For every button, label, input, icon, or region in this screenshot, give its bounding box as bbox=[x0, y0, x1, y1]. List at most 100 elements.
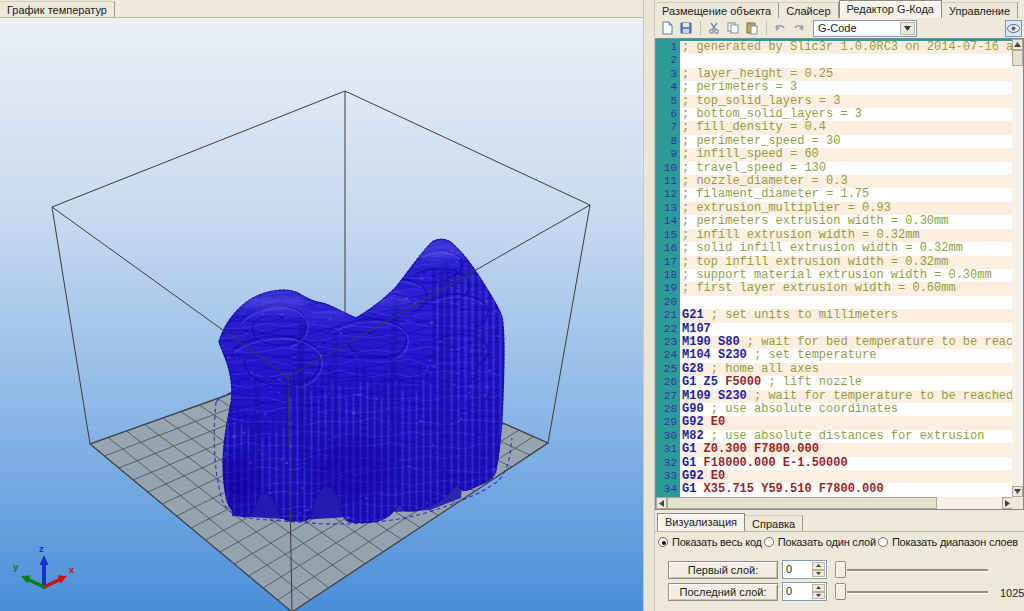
code-line: 28G90 ; use absolute coordinates bbox=[656, 403, 1013, 416]
scroll-up-button[interactable] bbox=[1012, 39, 1023, 50]
last-layer-spinbox[interactable]: 0 bbox=[782, 582, 827, 601]
code-line: 32G1 F18000.000 E-1.50000 bbox=[656, 457, 1013, 470]
code-line: 22M107 bbox=[656, 323, 1013, 336]
redo-button[interactable] bbox=[790, 19, 808, 37]
scene-3d: z x y bbox=[0, 18, 643, 611]
axis-x-label: x bbox=[69, 564, 75, 575]
tab-slicer[interactable]: Слайсер bbox=[779, 2, 838, 18]
first-layer-button[interactable]: Первый слой: bbox=[668, 561, 778, 579]
radio-dot[interactable] bbox=[764, 537, 774, 547]
gcode-type-dropdown[interactable]: G-Code bbox=[813, 20, 917, 37]
radio-label: Показать весь код bbox=[672, 536, 762, 548]
code-line: 23M190 S80 ; wait for bed temperature to… bbox=[656, 336, 1013, 349]
radio-show-all-code[interactable]: Показать весь код bbox=[658, 536, 762, 548]
visualization-panel: Визуализация Справка Показать весь код П… bbox=[655, 510, 1024, 611]
cut-button[interactable] bbox=[705, 19, 723, 37]
scroll-down-button[interactable] bbox=[1012, 486, 1023, 497]
gcode-dropdown-value: G-Code bbox=[814, 22, 857, 34]
panel-splitter[interactable] bbox=[643, 0, 655, 611]
spin-up-icon[interactable] bbox=[812, 562, 825, 570]
code-line: 8; perimeter_speed = 30 bbox=[656, 135, 1013, 148]
spin-up-icon[interactable] bbox=[812, 584, 825, 592]
chevron-down-icon[interactable] bbox=[900, 22, 915, 35]
spin-down-icon[interactable] bbox=[812, 570, 825, 578]
viewport-3d[interactable]: z x y bbox=[0, 18, 643, 611]
code-line: 24M104 S230 ; set temperature bbox=[656, 349, 1013, 362]
spin-down-icon[interactable] bbox=[812, 592, 825, 600]
editor-toolbar: G-Code bbox=[655, 18, 1024, 38]
code-line: 1; generated by Slic3r 1.0.0RC3 on 2014-… bbox=[656, 41, 1013, 54]
bottom-tabstrip: Визуализация Справка bbox=[657, 513, 803, 531]
max-layers-label: 1025 bbox=[1000, 587, 1024, 599]
code-line: 21G21 ; set units to millimeters bbox=[656, 309, 1013, 322]
code-line: 9; infill_speed = 60 bbox=[656, 148, 1013, 161]
hscroll-thumb[interactable] bbox=[667, 497, 937, 509]
radio-label: Показать один слой bbox=[778, 536, 876, 548]
tab-gcode-editor[interactable]: Редактор G-Кода bbox=[839, 0, 942, 18]
spin-value: 0 bbox=[786, 563, 792, 575]
code-line: 29G92 E0 bbox=[656, 416, 1013, 429]
code-line: 13; extrusion_multiplier = 0.93 bbox=[656, 202, 1013, 215]
horizontal-scrollbar[interactable] bbox=[656, 497, 1013, 509]
code-line: 17; top infill extrusion width = 0.32mm bbox=[656, 256, 1013, 269]
code-line: 16; solid infill extrusion width = 0.32m… bbox=[656, 242, 1013, 255]
tab-temperature-graph[interactable]: График температур bbox=[0, 1, 115, 17]
code-line: 11; nozzle_diameter = 0.3 bbox=[656, 175, 1013, 188]
radio-dot[interactable] bbox=[658, 537, 668, 547]
tab-object-placement[interactable]: Размещение объекта bbox=[655, 2, 779, 18]
preview-eye-button[interactable] bbox=[1005, 20, 1022, 37]
first-layer-spinbox[interactable]: 0 bbox=[782, 560, 827, 579]
code-line: 10; travel_speed = 130 bbox=[656, 162, 1013, 175]
undo-button[interactable] bbox=[771, 19, 789, 37]
code-line: 27M109 S230 ; wait for temperature to be… bbox=[656, 390, 1013, 403]
application-window: График температур bbox=[0, 0, 1024, 611]
code-line: 5; top_solid_layers = 3 bbox=[656, 95, 1013, 108]
slider-thumb[interactable] bbox=[835, 561, 846, 578]
code-line: 6; bottom_solid_layers = 3 bbox=[656, 108, 1013, 121]
slider-track bbox=[847, 569, 988, 571]
code-line: 2 bbox=[656, 54, 1013, 67]
copy-button[interactable] bbox=[724, 19, 742, 37]
left-tabstrip: График температур bbox=[0, 0, 643, 18]
code-line: 31G1 Z0.300 F7800.000 bbox=[656, 443, 1013, 456]
radio-dot[interactable] bbox=[878, 537, 888, 547]
right-panel: Размещение объекта Слайсер Редактор G-Ко… bbox=[655, 0, 1024, 611]
code-line: 20 bbox=[656, 296, 1013, 309]
paste-button[interactable] bbox=[743, 19, 761, 37]
vscroll-thumb[interactable] bbox=[1012, 50, 1023, 66]
code-line: 30M82 ; use absolute distances for extru… bbox=[656, 430, 1013, 443]
slider-thumb[interactable] bbox=[835, 583, 846, 600]
scroll-left-button[interactable] bbox=[656, 497, 667, 509]
tab-help[interactable]: Справка bbox=[745, 515, 803, 531]
code-line: 3; layer_height = 0.25 bbox=[656, 68, 1013, 81]
slider-track bbox=[847, 591, 988, 593]
code-line: 12; filament_diameter = 1.75 bbox=[656, 188, 1013, 201]
last-layer-row: Последний слой: 0 bbox=[668, 582, 990, 601]
code-display-radios: Показать весь код Показать один слой Пок… bbox=[658, 536, 1020, 548]
vertical-scrollbar[interactable] bbox=[1012, 39, 1023, 497]
code-line: 7; fill_density = 0.4 bbox=[656, 121, 1013, 134]
spin-value: 0 bbox=[786, 585, 792, 597]
code-line: 33G92 E0 bbox=[656, 470, 1013, 483]
save-button[interactable] bbox=[677, 19, 695, 37]
radio-show-layer-range[interactable]: Показать диапазон слоев bbox=[878, 536, 1018, 548]
code-line: 14; perimeters extrusion width = 0.30mm bbox=[656, 215, 1013, 228]
tab-visualization[interactable]: Визуализация bbox=[657, 513, 745, 531]
radio-label: Показать диапазон слоев bbox=[892, 536, 1018, 548]
axis-z-label: z bbox=[39, 543, 44, 554]
radio-show-one-layer[interactable]: Показать один слой bbox=[764, 536, 876, 548]
code-line: 18; support material extrusion width = 0… bbox=[656, 269, 1013, 282]
first-layer-slider[interactable] bbox=[835, 560, 990, 579]
code-view: 1; generated by Slic3r 1.0.0RC3 on 2014-… bbox=[656, 39, 1013, 497]
code-line: 19; first layer extrusion width = 0.60mm bbox=[656, 282, 1013, 295]
first-layer-row: Первый слой: 0 bbox=[668, 560, 990, 579]
last-layer-slider[interactable] bbox=[835, 582, 990, 601]
last-layer-button[interactable]: Последний слой: bbox=[668, 583, 778, 601]
axis-y-label: y bbox=[13, 561, 19, 572]
tab-control[interactable]: Управление bbox=[942, 2, 1018, 18]
gcode-editor[interactable]: 1; generated by Slic3r 1.0.0RC3 on 2014-… bbox=[655, 38, 1024, 510]
right-tabstrip: Размещение объекта Слайсер Редактор G-Ко… bbox=[655, 0, 1024, 18]
code-line: 26G1 Z5 F5000 ; lift nozzle bbox=[656, 376, 1013, 389]
new-file-button[interactable] bbox=[658, 19, 676, 37]
code-line: 4; perimeters = 3 bbox=[656, 81, 1013, 94]
